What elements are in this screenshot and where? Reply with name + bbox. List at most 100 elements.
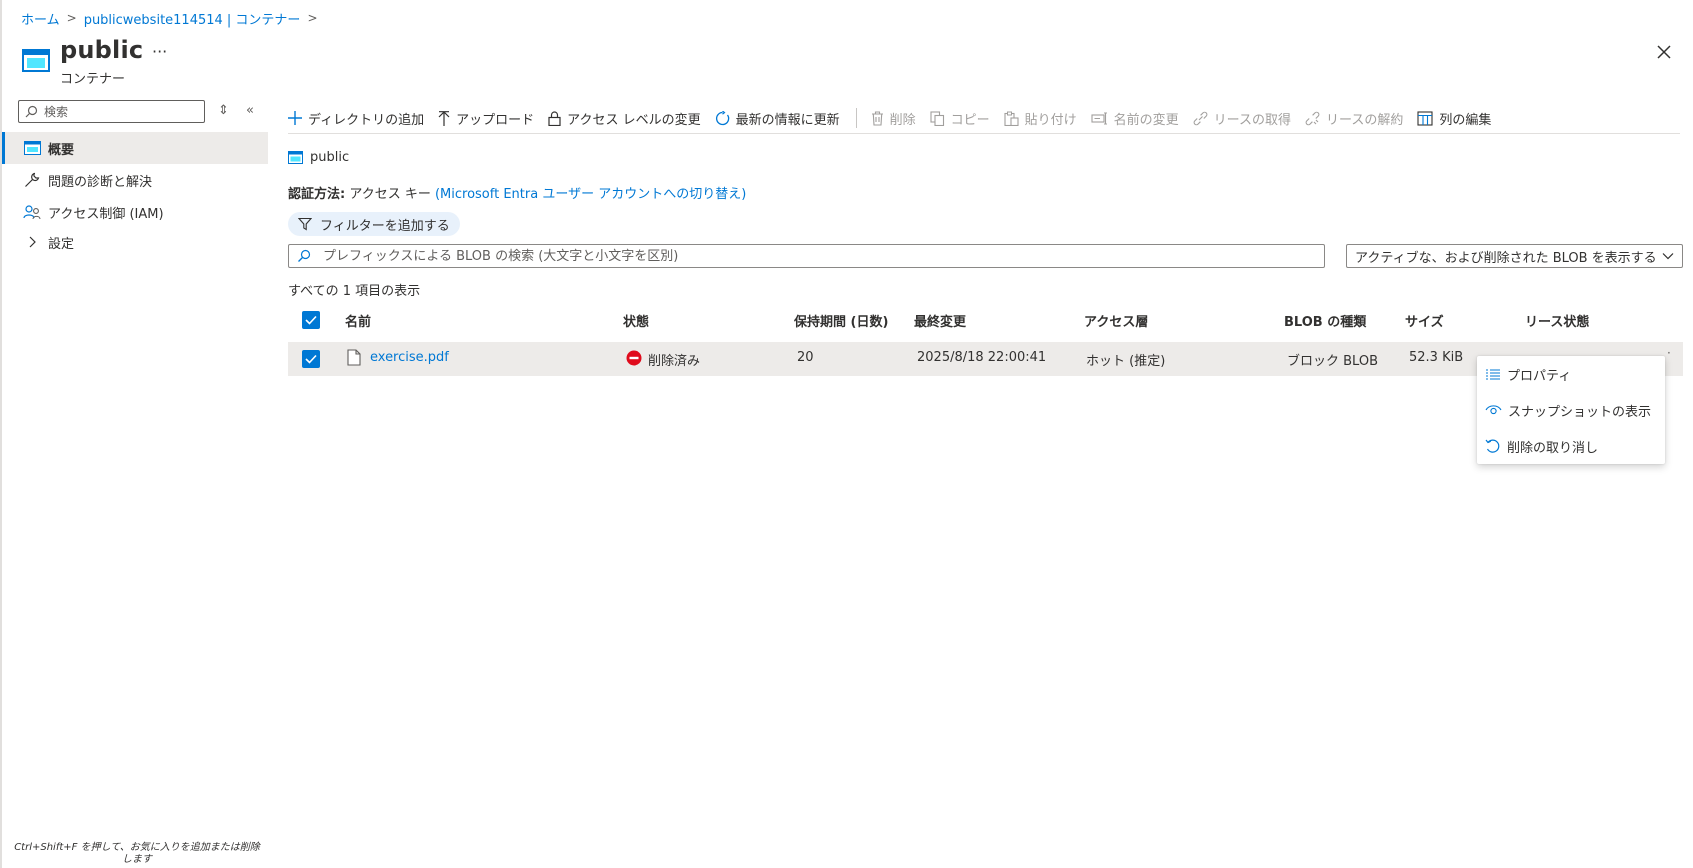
command-bar: ディレクトリの追加 アップロード アクセス レベルの変更 最新の情報に更新 削除… <box>288 104 1505 132</box>
list-icon <box>1486 368 1500 380</box>
trash-icon <box>871 110 883 126</box>
change-access-level-label: アクセス レベルの変更 <box>567 112 701 128</box>
sidebar-item-overview[interactable]: 概要 <box>2 132 268 164</box>
filter-icon <box>298 217 312 231</box>
blob-type: ブロック BLOB <box>1287 354 1378 369</box>
search-icon <box>298 249 311 262</box>
blob-size: 52.3 KiB <box>1409 350 1464 365</box>
broken-link-icon <box>1305 111 1320 125</box>
column-header-tier[interactable]: アクセス層 <box>1084 311 1148 330</box>
chevron-down-icon <box>1662 253 1674 260</box>
sidebar-item-settings[interactable]: 設定 <box>2 226 268 258</box>
acquire-lease-label: リースの取得 <box>1213 112 1292 128</box>
side-search-box[interactable] <box>18 100 205 123</box>
plus-icon <box>288 111 302 125</box>
link-icon <box>1193 111 1208 125</box>
blob-search-box[interactable] <box>288 244 1325 268</box>
menu-item-undelete[interactable]: 削除の取り消し <box>1477 431 1665 461</box>
blob-modified: 2025/8/18 22:00:41 <box>917 350 1047 365</box>
delete-label: 削除 <box>889 112 916 128</box>
side-search-input[interactable] <box>42 103 192 120</box>
column-header-modified[interactable]: 最終変更 <box>914 311 966 330</box>
copy-label: コピー <box>950 112 990 128</box>
switch-to-entra-link[interactable]: (Microsoft Entra ユーザー アカウントへの切り替え) <box>435 187 746 202</box>
paste-label: 貼り付け <box>1024 112 1077 128</box>
column-header-lease[interactable]: リース状態 <box>1525 311 1589 330</box>
more-options-button[interactable]: ··· <box>152 42 167 61</box>
refresh-icon <box>715 110 729 125</box>
menu-item-properties[interactable]: プロパティ <box>1477 359 1665 389</box>
copy-icon <box>930 110 944 126</box>
chevron-right-icon: > <box>66 11 77 25</box>
blob-status: 削除済み <box>648 354 701 369</box>
change-access-level-button[interactable]: アクセス レベルの変更 <box>548 109 701 128</box>
menu-item-undelete-label: 削除の取り消し <box>1507 440 1599 456</box>
blob-search-input[interactable] <box>321 247 1311 265</box>
upload-button[interactable]: アップロード <box>438 109 534 128</box>
select-all-checkbox[interactable] <box>302 311 320 329</box>
column-header-name[interactable]: 名前 <box>345 311 371 330</box>
container-name: public <box>310 150 350 165</box>
sidebar-item-label: アクセス制御 (IAM) <box>48 206 164 222</box>
row-more-icon[interactable]: · <box>1667 346 1671 360</box>
chevron-right-icon <box>22 233 42 251</box>
column-header-blob-type[interactable]: BLOB の種類 <box>1284 311 1366 330</box>
page-subtitle: コンテナー <box>60 72 126 87</box>
deleted-status-icon <box>626 350 642 366</box>
close-icon[interactable] <box>1654 42 1674 62</box>
eye-icon <box>1485 405 1502 415</box>
container-icon <box>22 49 50 72</box>
people-icon <box>22 203 42 221</box>
add-directory-button[interactable]: ディレクトリの追加 <box>288 109 424 128</box>
add-filter-button[interactable]: フィルターを追加する <box>288 212 460 236</box>
checkmark-icon <box>305 315 317 325</box>
blob-retention: 20 <box>797 350 814 365</box>
window-left-border <box>0 0 2 868</box>
undo-icon <box>1485 439 1500 453</box>
sidebar-item-label: 問題の診断と解決 <box>48 174 153 190</box>
breadcrumb: ホーム > publicwebsite114514 | コンテナー > <box>21 9 325 28</box>
break-lease-label: リースの解約 <box>1326 112 1404 128</box>
add-directory-label: ディレクトリの追加 <box>308 112 425 128</box>
row-checkbox[interactable] <box>302 350 320 368</box>
breadcrumb-account[interactable]: publicwebsite114514 | コンテナー <box>84 9 301 28</box>
expand-collapse-icon[interactable]: ⇕ <box>218 103 229 118</box>
auth-method-row: 認証方法: アクセス キー (Microsoft Entra ユーザー アカウン… <box>288 183 746 202</box>
column-header-status[interactable]: 状態 <box>623 311 649 330</box>
column-header-size[interactable]: サイズ <box>1405 311 1444 330</box>
auth-method-value: アクセス キー <box>349 187 431 202</box>
columns-icon <box>1417 110 1433 126</box>
menu-item-view-snapshots[interactable]: スナップショットの表示 <box>1477 395 1665 425</box>
paste-button[interactable]: 貼り付け <box>1004 109 1077 128</box>
rename-button[interactable]: 名前の変更 <box>1091 109 1179 128</box>
sidebar-item-iam[interactable]: アクセス制御 (IAM) <box>2 196 268 228</box>
edit-columns-label: 列の編集 <box>1439 112 1492 128</box>
refresh-button[interactable]: 最新の情報に更新 <box>715 109 840 128</box>
collapse-sidebar-icon[interactable]: « <box>246 103 254 118</box>
overview-icon <box>22 139 42 157</box>
breadcrumb-home[interactable]: ホーム <box>21 9 60 28</box>
delete-button[interactable]: 削除 <box>871 109 916 128</box>
sidebar-item-diagnose[interactable]: 問題の診断と解決 <box>2 164 268 196</box>
copy-button[interactable]: コピー <box>930 109 990 128</box>
refresh-label: 最新の情報に更新 <box>735 112 840 128</box>
wrench-icon <box>22 171 42 189</box>
context-menu: プロパティ スナップショットの表示 削除の取り消し <box>1477 356 1665 464</box>
checkmark-icon <box>305 354 317 364</box>
blob-view-dropdown[interactable]: アクティブな、および削除された BLOB を表示する <box>1346 244 1683 268</box>
acquire-lease-button[interactable]: リースの取得 <box>1193 109 1291 128</box>
edit-columns-button[interactable]: 列の編集 <box>1417 109 1491 128</box>
search-icon <box>25 105 38 118</box>
sidebar-item-label: 設定 <box>48 236 75 252</box>
break-lease-button[interactable]: リースの解約 <box>1305 109 1403 128</box>
blob-name-link[interactable]: exercise.pdf <box>370 350 449 365</box>
rename-icon <box>1091 111 1107 125</box>
upload-icon <box>438 110 450 126</box>
file-icon <box>347 349 361 366</box>
menu-item-view-snapshots-label: スナップショットの表示 <box>1508 404 1652 420</box>
column-header-retention[interactable]: 保持期間 (日数) <box>794 311 888 330</box>
toolbar-divider <box>855 108 857 128</box>
keyboard-shortcut-hint: Ctrl+Shift+F を押して、お気に入りを追加または削除します <box>14 842 260 865</box>
lock-icon <box>548 110 561 126</box>
auth-method-label: 認証方法: <box>288 187 346 202</box>
